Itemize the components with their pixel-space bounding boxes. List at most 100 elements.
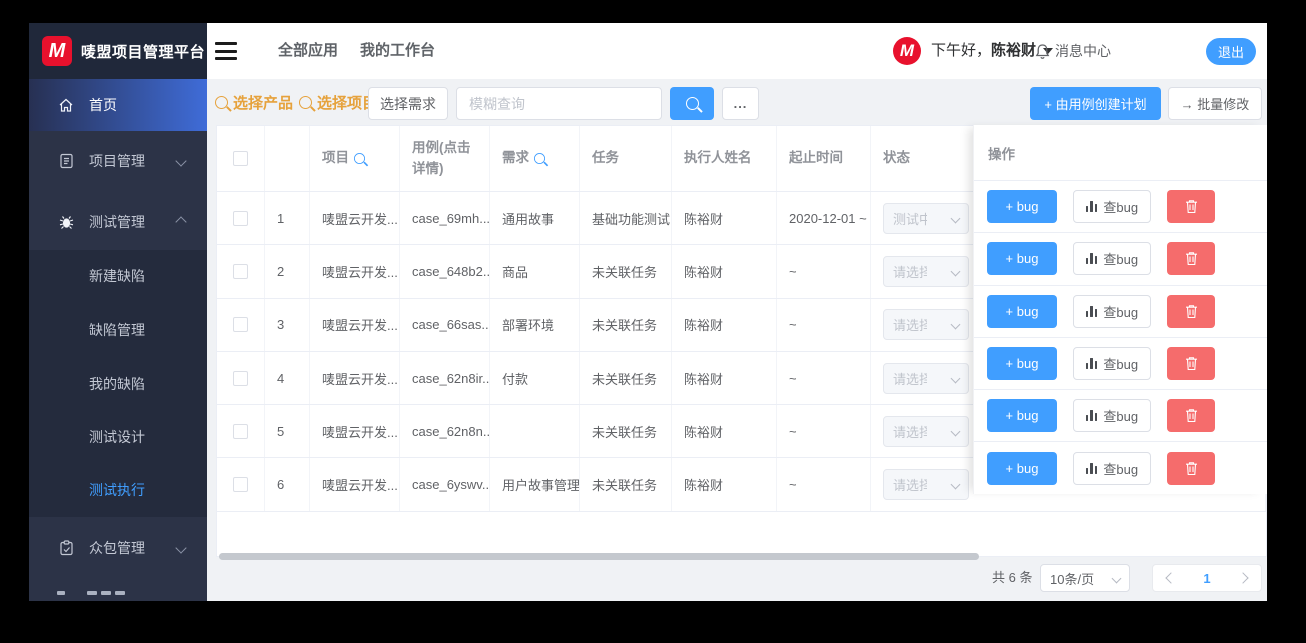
- add-bug-button[interactable]: + bug: [987, 451, 1057, 485]
- cell-case-link[interactable]: case_69mh...: [400, 192, 490, 245]
- cell-project: 唛盟云开发...: [310, 351, 400, 405]
- cell-task: 未关联任务: [580, 245, 672, 298]
- batch-edit-button[interactable]: → 批量修改: [1168, 87, 1262, 120]
- filter-links: 选择产品 选择项目: [215, 79, 377, 125]
- search-icon[interactable]: [353, 152, 366, 165]
- status-select[interactable]: 测试中: [883, 202, 969, 234]
- search-icon[interactable]: [533, 152, 546, 165]
- column-case: 用例(点击详情): [400, 126, 490, 191]
- cell-case-link[interactable]: case_66sas...: [400, 298, 490, 351]
- row-checkbox[interactable]: [233, 317, 248, 333]
- cell-case-link[interactable]: case_62n8n...: [400, 405, 490, 458]
- sidebar-item-project-mgmt[interactable]: 项目管理: [29, 141, 207, 181]
- cell-date-range: ~: [777, 405, 871, 458]
- cell-executor: 陈裕财: [672, 192, 777, 245]
- row-checkbox[interactable]: [233, 263, 248, 279]
- cell-case-link[interactable]: case_6yswv...: [400, 458, 490, 511]
- sidebar-item-new-defect[interactable]: 新建缺陷: [29, 256, 207, 296]
- view-bug-button[interactable]: 查bug: [1073, 451, 1151, 485]
- select-product-link[interactable]: 选择产品: [215, 92, 293, 113]
- actions-row: + bug 查bug: [974, 284, 1267, 337]
- horizontal-scrollbar[interactable]: [219, 553, 979, 560]
- row-checkbox[interactable]: [233, 477, 248, 493]
- logout-button[interactable]: 退出: [1206, 38, 1256, 65]
- cell-case-link[interactable]: case_62n8ir...: [400, 351, 490, 405]
- select-all-checkbox[interactable]: [233, 151, 248, 166]
- avatar[interactable]: M: [893, 37, 921, 65]
- status-select[interactable]: 请选择: [883, 415, 969, 447]
- search-icon: [299, 95, 313, 109]
- bell-icon[interactable]: [1034, 43, 1051, 60]
- view-bug-button[interactable]: 查bug: [1073, 190, 1151, 224]
- view-bug-button[interactable]: 查bug: [1073, 399, 1151, 433]
- column-task: 任务: [580, 126, 672, 191]
- view-bug-button[interactable]: 查bug: [1073, 242, 1151, 276]
- status-select[interactable]: 请选择: [883, 309, 969, 341]
- add-bug-button[interactable]: + bug: [987, 190, 1057, 224]
- row-checkbox[interactable]: [233, 210, 248, 226]
- add-bug-button[interactable]: + bug: [987, 294, 1057, 328]
- prev-page-button[interactable]: [1165, 572, 1177, 584]
- actions-row: + bug 查bug: [974, 180, 1267, 232]
- cell-case-link[interactable]: case_648b2...: [400, 245, 490, 298]
- hamburger-menu-icon[interactable]: [215, 42, 237, 60]
- bug-icon: [57, 214, 75, 230]
- sidebar-item-home[interactable]: 首页: [29, 79, 207, 131]
- sidebar-item-test-mgmt[interactable]: 测试管理: [29, 202, 207, 242]
- cell-executor: 陈裕财: [672, 351, 777, 405]
- sidebar-item-test-execution[interactable]: 测试执行: [29, 470, 207, 510]
- view-bug-button[interactable]: 查bug: [1073, 294, 1151, 328]
- pagination: 1: [1152, 564, 1262, 592]
- add-bug-button[interactable]: + bug: [987, 399, 1057, 433]
- actions-body: + bug 查bug + bug 查bug + bug 查bug + bug 查bug + bu…: [974, 180, 1267, 494]
- trash-icon: [1185, 356, 1198, 371]
- nav-all-apps[interactable]: 全部应用: [278, 23, 338, 79]
- cell-requirement: 通用故事: [490, 192, 580, 245]
- chevron-down-icon: [950, 426, 961, 437]
- cell-date-range: ~: [777, 298, 871, 351]
- status-select[interactable]: 请选择: [883, 362, 969, 394]
- fuzzy-search-input[interactable]: [456, 87, 662, 120]
- more-filters-button[interactable]: ...: [722, 87, 759, 120]
- actions-row: + bug 查bug: [974, 389, 1267, 441]
- status-select[interactable]: 请选择: [883, 469, 969, 501]
- delete-button[interactable]: [1167, 347, 1215, 381]
- page-size-select[interactable]: 10条/页: [1040, 564, 1130, 592]
- delete-button[interactable]: [1167, 294, 1215, 328]
- select-project-link[interactable]: 选择项目: [299, 92, 377, 113]
- bar-chart-icon: [1085, 410, 1098, 422]
- total-count-label: 共 6 条: [992, 570, 1033, 585]
- cell-checkbox: [217, 245, 265, 298]
- logo-icon: M: [42, 36, 72, 66]
- delete-button[interactable]: [1167, 190, 1215, 224]
- page-size-value: 10条/页: [1050, 571, 1095, 587]
- delete-button[interactable]: [1167, 242, 1215, 276]
- create-plan-from-case-button[interactable]: + 由用例创建计划: [1030, 87, 1161, 120]
- sidebar-item-test-design[interactable]: 测试设计: [29, 417, 207, 457]
- row-checkbox[interactable]: [233, 370, 248, 386]
- delete-button[interactable]: [1167, 399, 1215, 433]
- chevron-down-icon: [950, 213, 961, 224]
- brand-title: 唛盟项目管理平台: [81, 43, 206, 61]
- clipboard-icon: [57, 540, 75, 556]
- next-page-button[interactable]: [1237, 572, 1249, 584]
- trash-icon: [1185, 408, 1198, 423]
- add-bug-button[interactable]: + bug: [987, 347, 1057, 381]
- username: 陈裕财: [991, 42, 1037, 59]
- status-select[interactable]: 请选择: [883, 255, 969, 287]
- add-bug-button[interactable]: + bug: [987, 242, 1057, 276]
- current-page[interactable]: 1: [1203, 571, 1210, 586]
- chevron-down-icon: [1111, 573, 1122, 583]
- search-button[interactable]: [670, 87, 714, 120]
- sidebar-item-my-defects[interactable]: 我的缺陷: [29, 364, 207, 404]
- cell-index: 2: [265, 245, 310, 298]
- select-requirement-button[interactable]: 选择需求: [368, 87, 448, 120]
- sidebar-item-crowdsource-mgmt[interactable]: 众包管理: [29, 528, 207, 568]
- sidebar-item-defect-mgmt[interactable]: 缺陷管理: [29, 310, 207, 350]
- greeting-text: 下午好，: [931, 42, 992, 59]
- row-checkbox[interactable]: [233, 423, 248, 439]
- message-center-link[interactable]: 消息中心: [1055, 23, 1111, 79]
- view-bug-button[interactable]: 查bug: [1073, 347, 1151, 381]
- delete-button[interactable]: [1167, 451, 1215, 485]
- nav-my-workbench[interactable]: 我的工作台: [360, 23, 435, 79]
